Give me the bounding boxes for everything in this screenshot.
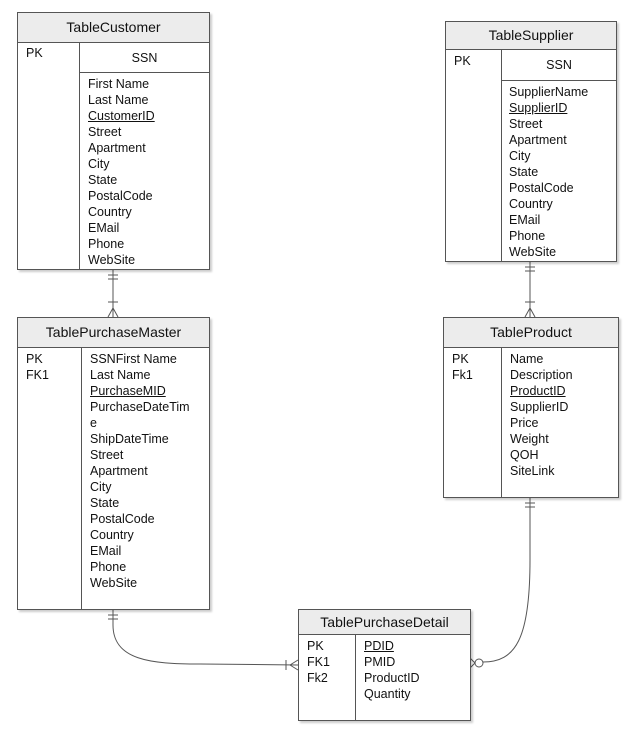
rel-customer-master <box>107 269 119 318</box>
field-sitelink: SiteLink <box>510 464 555 478</box>
entity-table-product[interactable]: TableProduct PK Fk1 Name Description Produ… <box>443 317 619 498</box>
field-website: WebSite <box>509 245 557 259</box>
field-supplierid: SupplierID <box>510 400 569 414</box>
field-description: Description <box>510 368 573 382</box>
field-list: SSNFirst Name Last Name PurchaseMID Purchas… <box>90 351 190 591</box>
key-label: FK1 <box>307 655 330 669</box>
field-country: Country <box>509 197 553 211</box>
field-quantity: Quantity <box>364 687 411 701</box>
field-phone: Phone <box>90 560 127 574</box>
field-shipdatetime: ShipDateTime <box>90 432 169 446</box>
field-qoh: QOH <box>510 448 539 462</box>
rel-supplier-product <box>524 261 536 318</box>
field-phone: Phone <box>509 229 546 243</box>
field-website: WebSite <box>88 253 136 267</box>
field-list: SupplierName SupplierID Street Apartment Cit… <box>509 84 588 260</box>
key-column: PK FK1 Fk2 <box>307 638 330 686</box>
field-supplierid: SupplierID <box>509 101 568 115</box>
field-email: EMail <box>509 213 541 227</box>
field-postalcode: PostalCode <box>509 181 574 195</box>
field-suppliername: SupplierName <box>509 85 589 99</box>
field-state: State <box>90 496 120 510</box>
field-email: EMail <box>88 221 120 235</box>
rel-product-detail <box>469 497 535 669</box>
field-list: First Name Last Name CustomerID Street Apart… <box>88 76 155 268</box>
entity-table-supplier[interactable]: TableSupplier PK SSN SupplierName Supplie… <box>445 21 617 262</box>
field-e: e <box>90 416 97 430</box>
field-last-name: Last Name <box>90 368 151 382</box>
key-label: PK <box>26 46 43 60</box>
key-column: PK FK1 <box>26 351 49 383</box>
field-country: Country <box>90 528 134 542</box>
field-first-name: First Name <box>88 77 150 91</box>
field-pdid: PDID <box>364 639 394 653</box>
field-productid: ProductID <box>510 384 566 398</box>
field-country: Country <box>88 205 132 219</box>
rel-master-detail <box>108 609 299 671</box>
field-purchasedatetim: PurchaseDateTim <box>90 400 190 414</box>
entity-table-purchase-detail[interactable]: TablePurchaseDetail PK FK1 Fk2 PDID PMID P… <box>298 609 471 721</box>
field-email: EMail <box>90 544 122 558</box>
entity-title: TablePurchaseDetail <box>299 610 470 635</box>
entity-title: TableSupplier <box>446 22 616 50</box>
er-diagram: TableCustomer PK SSN First Name Last Name… <box>0 0 636 732</box>
key-column: PK Fk1 <box>452 351 473 383</box>
key-label: Fk1 <box>452 368 473 382</box>
field-city: City <box>90 480 112 494</box>
field-weight: Weight <box>510 432 549 446</box>
field-website: WebSite <box>90 576 138 590</box>
key-column: PK <box>26 45 43 61</box>
field-state: State <box>88 173 118 187</box>
field-apartment: Apartment <box>88 141 146 155</box>
field-postalcode: PostalCode <box>90 512 155 526</box>
field-apartment: Apartment <box>509 133 567 147</box>
key-label: PK <box>26 352 43 366</box>
entity-table-purchase-master[interactable]: TablePurchaseMaster PK FK1 SSNFirst Name… <box>17 317 210 610</box>
field-ssnfirst-name: SSNFirst Name <box>90 352 177 366</box>
entity-title: TablePurchaseMaster <box>18 318 209 348</box>
field-street: Street <box>90 448 124 462</box>
key-label: PK <box>307 639 324 653</box>
key-label: PK <box>452 352 469 366</box>
field-customerid: CustomerID <box>88 109 155 123</box>
key-label: Fk2 <box>307 671 328 685</box>
field-city: City <box>88 157 110 171</box>
field-street: Street <box>88 125 122 139</box>
field-last-name: Last Name <box>88 93 149 107</box>
field-name: Name <box>510 352 544 366</box>
field-apartment: Apartment <box>90 464 148 478</box>
pk-field: SSN <box>80 43 209 73</box>
entity-table-customer[interactable]: TableCustomer PK SSN First Name Last Name… <box>17 12 210 270</box>
field-city: City <box>509 149 531 163</box>
field-list: PDID PMID ProductID Quantity <box>364 638 420 702</box>
key-label: FK1 <box>26 368 49 382</box>
field-phone: Phone <box>88 237 125 251</box>
field-purchasemid: PurchaseMID <box>90 384 166 398</box>
entity-title: TableProduct <box>444 318 618 348</box>
field-list: Name Description ProductID SupplierID Price W… <box>510 351 573 479</box>
key-column: PK <box>454 53 471 69</box>
field-pmid: PMID <box>364 655 396 669</box>
pk-field: SSN <box>502 50 616 81</box>
field-street: Street <box>509 117 543 131</box>
key-label: PK <box>454 54 471 68</box>
field-postalcode: PostalCode <box>88 189 153 203</box>
field-price: Price <box>510 416 539 430</box>
field-productid: ProductID <box>364 671 420 685</box>
field-state: State <box>509 165 539 179</box>
entity-title: TableCustomer <box>18 13 209 43</box>
